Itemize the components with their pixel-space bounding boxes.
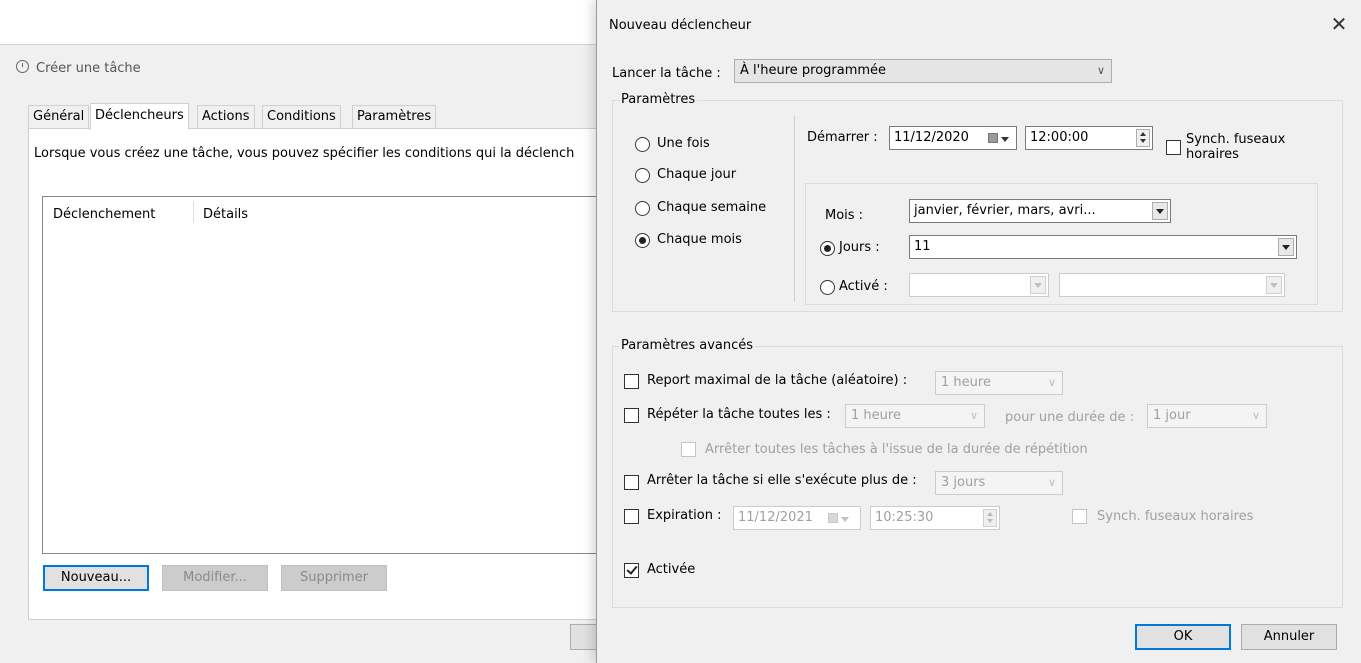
chevron-down-icon: ∨ [1047,376,1056,389]
time-spinner-icon[interactable] [1136,129,1150,147]
dropdown-arrow-icon [1266,276,1282,294]
triggers-description: Lorsque vous créez une tâche, vous pouve… [34,146,575,161]
expiration-date-value: 11/12/2021 [738,510,813,525]
radio-daily-label: Chaque jour [657,167,737,182]
repeat-select[interactable]: 1 heure ∨ [845,404,985,428]
new-trigger-dialog: Nouveau déclencheur ✕ Lancer la tâche : … [596,0,1361,663]
cancel-button[interactable]: Annuler [1241,624,1337,650]
chevron-down-icon: ∨ [1047,476,1056,489]
days-label: Jours : [839,240,880,255]
launch-select-value: À l'heure programmée [740,63,887,78]
repeat-value: 1 heure [851,408,901,423]
window-title-text: Créer une tâche [36,61,141,76]
sync-timezone-label: Synch. fuseaux horaires [1186,132,1286,162]
months-select[interactable]: janvier, février, mars, avri... [909,199,1171,223]
close-icon[interactable]: ✕ [1327,12,1351,36]
chevron-down-icon: ∨ [969,409,978,422]
repeat-label: Répéter la tâche toutes les : [647,407,831,422]
months-label: Mois : [825,208,864,223]
enabled-label: Activée [647,562,696,577]
radio-days[interactable] [820,241,835,256]
column-header-trigger[interactable]: Déclenchement [53,207,155,222]
clock-icon [16,60,29,73]
days-select[interactable]: 11 [909,235,1297,259]
months-value: janvier, février, mars, avri... [914,203,1096,218]
calendar-icon [826,509,852,529]
tab-actions[interactable]: Actions [197,105,255,128]
radio-once[interactable] [635,137,650,152]
delay-value: 1 heure [941,375,991,390]
expiration-sync-label: Synch. fuseaux horaires [1097,509,1254,524]
start-time-field[interactable]: 12:00:00 [1025,126,1153,150]
start-time-value: 12:00:00 [1030,130,1089,145]
duration-value: 1 jour [1153,408,1191,423]
radio-monthly[interactable] [635,233,650,248]
tab-settings[interactable]: Paramètres [352,105,437,128]
weekday-select[interactable] [1059,273,1285,297]
start-date-picker[interactable]: 11/12/2020 [889,126,1017,150]
delay-checkbox[interactable] [624,374,639,389]
new-trigger-button[interactable]: Nouveau... [43,565,149,591]
stop-if-select[interactable]: 3 jours ∨ [935,471,1063,495]
radio-once-label: Une fois [657,136,710,151]
stop-if-checkbox[interactable] [624,475,639,490]
launch-label: Lancer la tâche : [612,66,721,81]
radio-daily[interactable] [635,168,650,183]
enabled-checkbox[interactable] [624,563,639,578]
stop-all-label: Arrêter toutes les tâches à l'issue de l… [705,442,1088,457]
launch-select[interactable]: À l'heure programmée ∨ [734,59,1112,83]
advanced-legend: Paramètres avancés [619,338,756,353]
column-header-details[interactable]: Détails [203,207,248,222]
dialog-title: Nouveau déclencheur [609,18,752,33]
dropdown-arrow-icon[interactable] [1152,202,1168,220]
edit-trigger-button[interactable]: Modifier... [162,565,268,591]
week-occurrence-select[interactable] [909,273,1049,297]
tab-conditions[interactable]: Conditions [262,105,341,128]
expiration-time-value: 10:25:30 [875,510,934,525]
stop-if-label: Arrêter la tâche si elle s'exécute plus … [647,473,917,488]
stop-if-value: 3 jours [941,475,986,490]
tab-general[interactable]: Général [28,105,90,128]
active-on-label: Activé : [839,279,888,294]
radio-weekly-label: Chaque semaine [657,200,767,215]
delay-select[interactable]: 1 heure ∨ [935,371,1063,395]
dropdown-arrow-icon [1030,276,1046,294]
time-spinner-icon [983,509,997,527]
sync-timezone-checkbox[interactable] [1166,140,1181,155]
duration-select[interactable]: 1 jour ∨ [1147,404,1267,428]
settings-legend: Paramètres [619,92,698,107]
chevron-down-icon: ∨ [1096,64,1105,77]
expiration-time-field[interactable]: 10:25:30 [870,506,1000,530]
ok-button[interactable]: OK [1135,624,1231,650]
chevron-down-icon: ∨ [1251,409,1260,422]
delete-trigger-button[interactable]: Supprimer [281,565,387,591]
start-label: Démarrer : [807,130,878,145]
window-title: Créer une tâche [16,60,141,76]
triggers-list[interactable]: Déclenchement Détails [42,196,604,554]
settings-divider [794,116,795,302]
tab-triggers[interactable]: Déclencheurs [90,103,189,130]
dropdown-arrow-icon[interactable] [1278,238,1294,256]
expiration-checkbox[interactable] [624,509,639,524]
window-top-strip [0,0,600,45]
start-date-value: 11/12/2020 [894,130,969,145]
radio-active-on[interactable] [820,280,835,295]
expiration-date-picker[interactable]: 11/12/2021 [733,506,861,530]
expiration-sync-checkbox[interactable] [1072,509,1087,524]
column-separator [193,201,194,223]
radio-weekly[interactable] [635,201,650,216]
expiration-label: Expiration : [647,508,722,523]
days-value: 11 [914,239,931,254]
stop-all-checkbox[interactable] [681,442,696,457]
calendar-icon[interactable] [986,129,1012,149]
duration-label: pour une durée de : [1005,410,1134,425]
delay-label: Report maximal de la tâche (aléatoire) : [647,373,908,388]
radio-monthly-label: Chaque mois [657,232,742,247]
repeat-checkbox[interactable] [624,408,639,423]
